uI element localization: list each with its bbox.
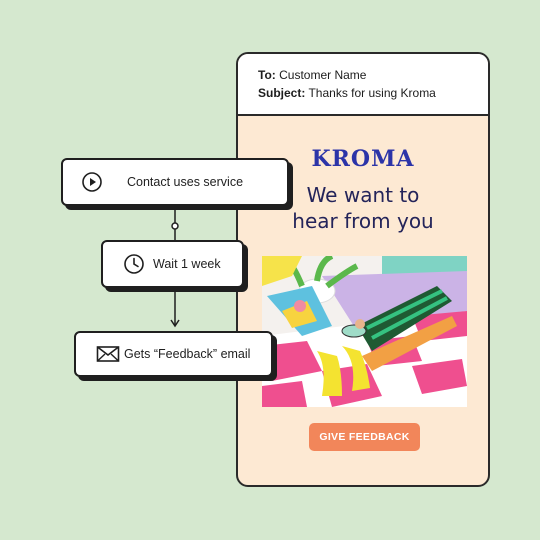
workflow-step-wait[interactable]: Wait 1 week [101, 240, 244, 288]
workflow-step-contact-uses-service[interactable]: Contact uses service [61, 158, 289, 206]
workflow-step-label: Contact uses service [127, 175, 244, 189]
clock-icon [123, 253, 145, 275]
workflow-step-label: Gets “Feedback” email [124, 347, 251, 361]
workflow-connector [170, 206, 180, 328]
play-icon [81, 171, 103, 193]
envelope-icon [96, 345, 120, 363]
workflow-step-label: Wait 1 week [153, 257, 221, 271]
workflow-step-feedback-email[interactable]: Gets “Feedback” email [74, 331, 273, 377]
